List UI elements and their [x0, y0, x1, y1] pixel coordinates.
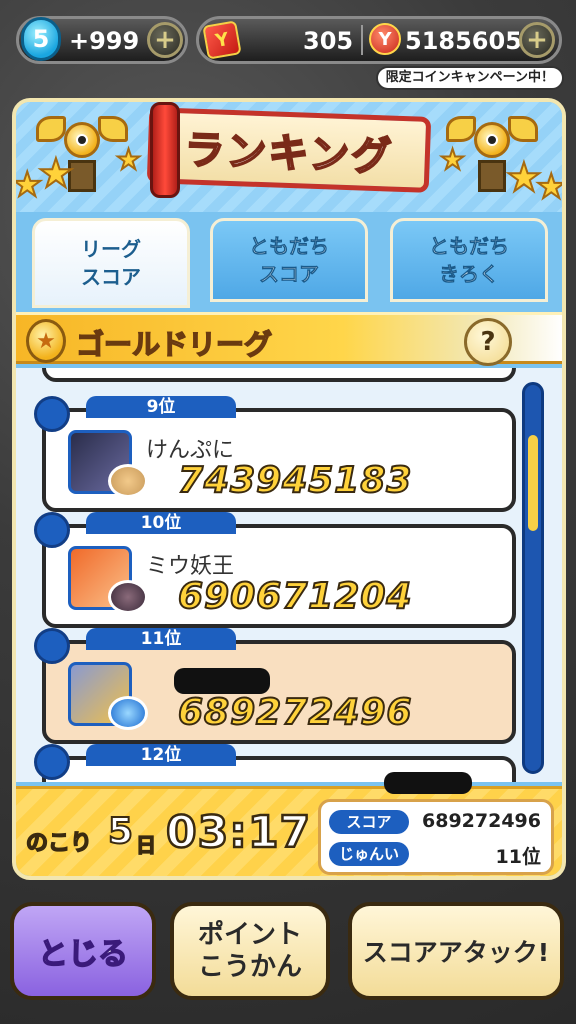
title-scroll: ランキング [146, 107, 432, 193]
coin-count: 5185605 [405, 27, 522, 55]
remaining-label: のこり [25, 830, 93, 857]
level-badge-icon: 5 [21, 17, 61, 61]
rank-curl-icon [34, 512, 70, 548]
yokai-mini-icon [108, 696, 148, 730]
remaining-days: 5 [107, 810, 134, 853]
rank-label: じゅんい [329, 842, 409, 866]
rank-label: 11位 [86, 628, 236, 650]
list-item[interactable] [42, 368, 516, 382]
tab-friend-score[interactable]: ともだち スコア [210, 218, 368, 302]
rank-curl-icon [34, 744, 70, 780]
list-item-own[interactable]: 11位 689272496 [34, 628, 516, 744]
star-icon: ★ [535, 167, 566, 207]
scrollbar-thumb[interactable] [528, 435, 538, 531]
help-button[interactable]: ? [464, 318, 512, 366]
ranking-panel: ★ ★ ★ ★ ★ ★ ランキング リーグ スコア ともだち スコア ともだち … [12, 98, 566, 880]
redacted-name [384, 772, 472, 794]
ranking-list[interactable]: 9位 けんぷに 743945183 10位 ミウ妖王 690671204 11位… [16, 368, 562, 782]
list-item[interactable]: 9位 けんぷに 743945183 [34, 396, 516, 512]
gold-medal-icon: ★ [26, 319, 66, 363]
star-icon: ★ [115, 143, 142, 176]
stamina-pill: 5 +999 + [16, 16, 188, 64]
star-icon: ★ [37, 151, 75, 197]
currency-pill: Y 305 Y 5185605 + [196, 16, 562, 64]
rank-curl-icon [34, 396, 70, 432]
star-icon: ★ [439, 143, 466, 176]
rank-label: 12位 [86, 744, 236, 766]
rank-curl-icon [34, 628, 70, 664]
yokai-mini-icon [108, 580, 148, 614]
rank-label: 10位 [86, 512, 236, 534]
list-scrollbar[interactable] [522, 382, 544, 774]
close-button[interactable]: とじる [10, 902, 156, 1000]
point-exchange-button[interactable]: ポイント こうかん [170, 902, 330, 1000]
score-attack-button[interactable]: スコアアタック! [348, 902, 564, 1000]
remaining-time: 03:17 [165, 806, 312, 860]
tab-friend-record[interactable]: ともだち きろく [390, 218, 548, 302]
player-score: 743945183 [177, 459, 413, 502]
league-name: ゴールドリーグ [75, 327, 273, 362]
timer-area: のこり 5 日 03:17 スコア 689272496 じゅんい 11位 [16, 786, 562, 876]
add-coins-button[interactable]: + [519, 22, 555, 58]
player-score: 689272496 [177, 691, 413, 734]
player-score: 690671204 [177, 575, 413, 618]
resource-bar: 5 +999 + Y 305 Y 5185605 + 限定コインキャンペーン中！ [8, 10, 568, 90]
league-header: ★ ゴールドリーグ ? [16, 312, 562, 366]
ticket-count: 305 [303, 27, 354, 55]
tab-league-score[interactable]: リーグ スコア [32, 218, 190, 308]
redacted-name [174, 668, 270, 694]
page-title: ランキング [183, 126, 395, 181]
panel-header: ★ ★ ★ ★ ★ ★ ランキング [16, 102, 562, 212]
score-label: スコア [329, 810, 409, 834]
yokai-mini-icon [108, 464, 148, 498]
my-rank: 11位 [495, 846, 541, 868]
y-coin-icon: Y [369, 23, 401, 55]
add-stamina-button[interactable]: + [147, 22, 183, 58]
rank-label: 9位 [86, 396, 236, 418]
my-status-box: スコア 689272496 じゅんい 11位 [318, 799, 554, 875]
ranking-tabs: リーグ スコア ともだち スコア ともだち きろく [32, 218, 552, 308]
list-item[interactable]: 10位 ミウ妖王 690671204 [34, 512, 516, 628]
days-unit: 日 [135, 832, 157, 858]
stamina-value: +999 [69, 27, 140, 55]
campaign-badge[interactable]: 限定コインキャンペーン中！ [375, 66, 564, 90]
scroll-rod-icon [150, 102, 180, 198]
my-score: 689272496 [422, 810, 541, 832]
currency-divider [361, 25, 363, 55]
ticket-icon: Y [202, 20, 242, 60]
